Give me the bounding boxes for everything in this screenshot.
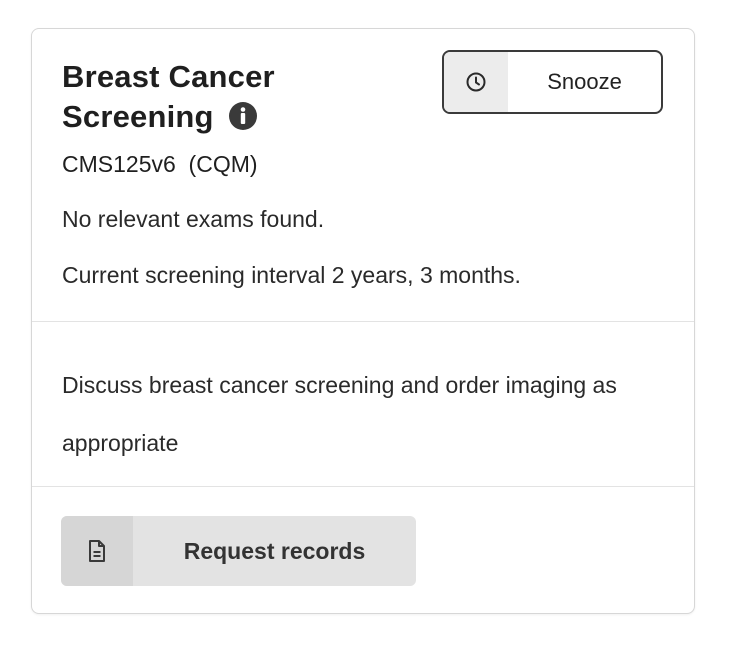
status-text-exams: No relevant exams found. (62, 206, 325, 232)
card-title: Breast Cancer Screening (62, 57, 362, 137)
recommendation-card: Breast Cancer Screening CMS125v6 (CQM) N… (31, 28, 695, 614)
clock-icon (466, 72, 486, 92)
title-line-2-text: Screening (62, 99, 214, 134)
snooze-button[interactable]: Snooze (442, 50, 663, 114)
snooze-icon-container (444, 52, 508, 112)
measure-id: CMS125v6 (CQM) (62, 151, 258, 177)
card-recommendation-section: Discuss breast cancer screening and orde… (32, 321, 694, 487)
request-records-label: Request records (183, 537, 366, 564)
card-header-section: Breast Cancer Screening CMS125v6 (CQM) N… (32, 29, 694, 322)
snooze-label: Snooze (547, 69, 622, 94)
request-records-button[interactable]: Request records (61, 516, 416, 586)
status-text-interval: Current screening interval 2 years, 3 mo… (62, 262, 521, 288)
recommendation-text: Discuss breast cancer screening and orde… (62, 372, 617, 456)
document-icon (89, 540, 105, 562)
request-icon-container (61, 516, 133, 586)
title-line-1: Breast Cancer (62, 59, 275, 94)
info-icon[interactable] (228, 101, 258, 131)
title-line-2: Screening (62, 97, 362, 137)
